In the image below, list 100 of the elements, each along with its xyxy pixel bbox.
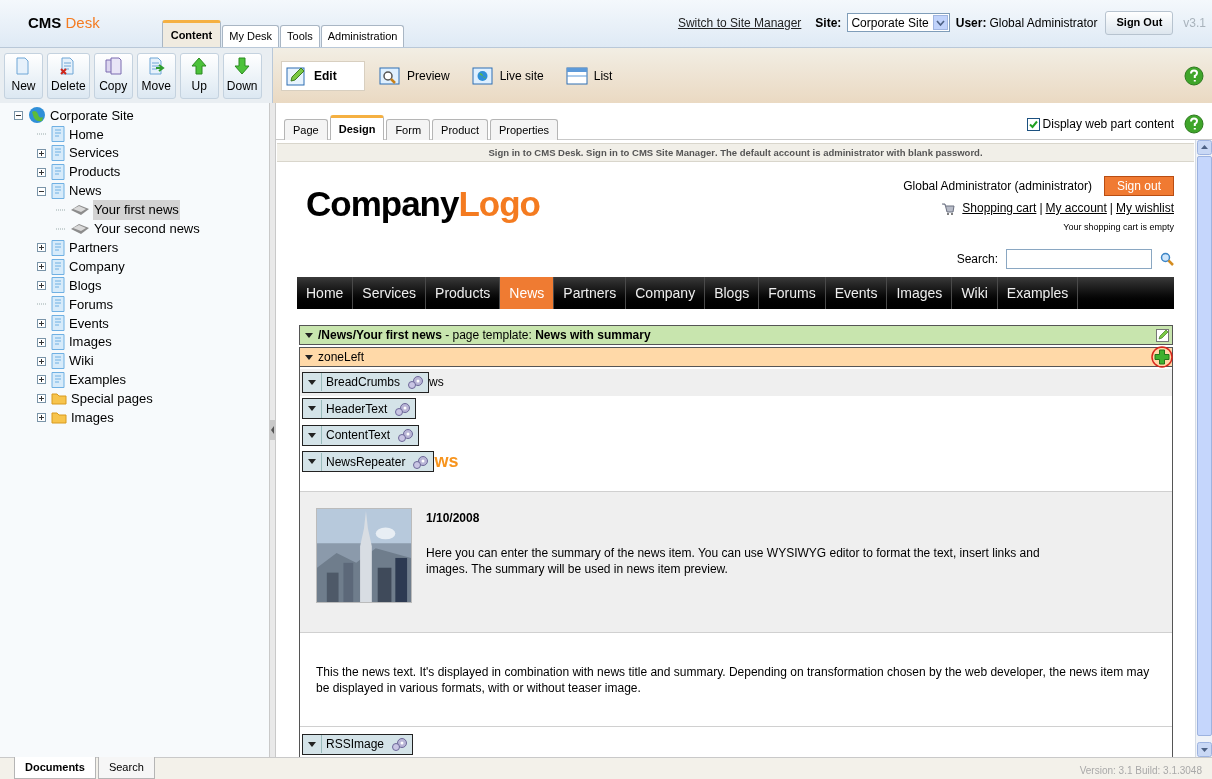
tree-item[interactable]: Partners [68,237,120,258]
dropdown-arrow-icon[interactable] [308,432,316,438]
expand-toggle-icon[interactable] [37,280,46,290]
web-part-header[interactable]: NewsRepeater [302,451,435,473]
scroll-thumb[interactable] [1196,156,1212,736]
web-part-header[interactable]: HeaderText [302,398,417,420]
bottom-tab[interactable]: Search [97,757,155,779]
menu-item[interactable]: Events [825,277,888,309]
expand-toggle-icon[interactable] [37,318,46,328]
scroll-down-icon[interactable] [1196,742,1212,757]
page-tab[interactable]: Form [386,119,431,140]
web-part-header[interactable]: RSSImage [302,733,414,755]
view-mode-button[interactable]: Preview [375,60,458,91]
tree-item[interactable]: Examples [68,370,128,390]
page-icon [51,126,65,143]
search-icon[interactable] [1160,251,1174,266]
collapse-toggle-icon[interactable] [37,186,46,196]
account-link[interactable]: Shopping cart [962,199,1037,217]
main-tab[interactable]: Administration [320,25,405,47]
menu-item[interactable]: Blogs [705,277,760,309]
tree-item[interactable]: Forums [68,294,115,315]
edit-icon[interactable] [1156,328,1169,342]
expand-toggle-icon[interactable] [37,356,46,366]
page-tab[interactable]: Properties [490,119,559,140]
tree-item[interactable]: Company [68,256,126,277]
menu-item[interactable]: Examples [997,277,1079,309]
gears-icon [407,375,426,390]
dropdown-arrow-icon[interactable] [305,354,313,360]
menu-item[interactable]: Home [297,277,354,309]
collapse-icon[interactable] [270,420,275,440]
tree-item[interactable]: Special pages [70,389,154,409]
dropdown-arrow-icon[interactable] [308,741,316,747]
tree-item[interactable]: Products [68,162,122,182]
account-link[interactable]: My account [1045,199,1107,217]
expand-toggle-icon[interactable] [37,413,46,423]
collapse-toggle-icon[interactable] [14,110,23,120]
page-tab[interactable]: Product [432,119,488,140]
page-icon [51,277,65,294]
tree-item[interactable]: News [68,181,103,201]
toolbar-button[interactable]: New [4,52,43,99]
menu-item[interactable]: Company [626,277,706,309]
site-dropdown[interactable]: Corporate Site [847,13,950,32]
tree-item[interactable]: Corporate Site [49,105,135,126]
expand-toggle-icon[interactable] [37,262,46,272]
help-icon[interactable] [1184,65,1204,86]
toolbar-button[interactable]: Move [136,52,176,99]
sign-out-button[interactable]: Sign Out [1105,10,1174,35]
menu-item[interactable]: Services [353,277,427,309]
expand-toggle-icon[interactable] [37,243,46,253]
main-tab[interactable]: My Desk [222,25,279,47]
tree-item[interactable]: Services [68,143,120,163]
page-tab[interactable]: Page [284,119,328,140]
tree-item[interactable]: Events [68,313,110,333]
main-tab[interactable]: Content [161,20,222,47]
expand-toggle-icon[interactable] [37,337,46,347]
tree-item[interactable]: Home [68,124,105,145]
tree-item[interactable]: Blogs [68,275,103,296]
add-web-part-icon[interactable] [1151,346,1173,368]
dropdown-arrow-icon[interactable] [308,379,316,385]
tree-item[interactable]: Images [68,332,113,352]
folder-icon [51,411,67,425]
page-tab[interactable]: Design [329,115,385,140]
toolbar-button[interactable]: Up [179,52,219,99]
bottom-tab[interactable]: Documents [14,757,96,779]
view-mode-button[interactable]: Live site [467,60,552,91]
account-link[interactable]: My wishlist [1116,199,1174,217]
view-mode-button[interactable]: List [561,60,621,91]
expand-toggle-icon[interactable] [37,148,46,158]
tree-item[interactable]: Your first news [93,200,180,220]
view-mode-button[interactable]: Edit [281,60,365,91]
tree-item[interactable]: Wiki [68,351,95,371]
page-icon [51,353,65,369]
main-tab[interactable]: Tools [280,25,320,47]
menu-item[interactable]: Wiki [952,277,998,309]
expand-toggle-icon[interactable] [37,167,46,177]
checkbox[interactable] [1026,117,1040,131]
web-part-header[interactable]: ContentText [302,424,420,446]
web-part-header[interactable]: BreadCrumbs [302,371,430,393]
dropdown-arrow-icon[interactable] [305,332,313,338]
dropdown-arrow-icon[interactable] [308,406,316,412]
tree-connector [37,303,47,306]
toolbar-button[interactable]: Delete [47,52,90,99]
help-icon[interactable] [1184,113,1204,134]
link-separator: | [1039,200,1043,217]
menu-item[interactable]: Partners [554,277,627,309]
search-field[interactable] [1006,248,1152,269]
expand-toggle-icon[interactable] [37,394,46,404]
menu-item[interactable]: Images [887,277,953,309]
menu-item[interactable]: Forums [759,277,826,309]
toolbar-button[interactable]: Copy [93,52,133,99]
switch-site-manager-link[interactable]: Switch to Site Manager [677,13,802,32]
dropdown-arrow-icon[interactable] [308,459,316,465]
toolbar-button[interactable]: Down [222,52,262,99]
page-icon [51,183,65,199]
expand-toggle-icon[interactable] [37,375,46,385]
down-arrow-icon [233,56,251,75]
tree-item[interactable]: Your second news [93,219,201,239]
scroll-up-icon[interactable] [1196,140,1212,155]
edit-pencil-icon [286,65,308,86]
tree-item[interactable]: Images [70,407,115,428]
